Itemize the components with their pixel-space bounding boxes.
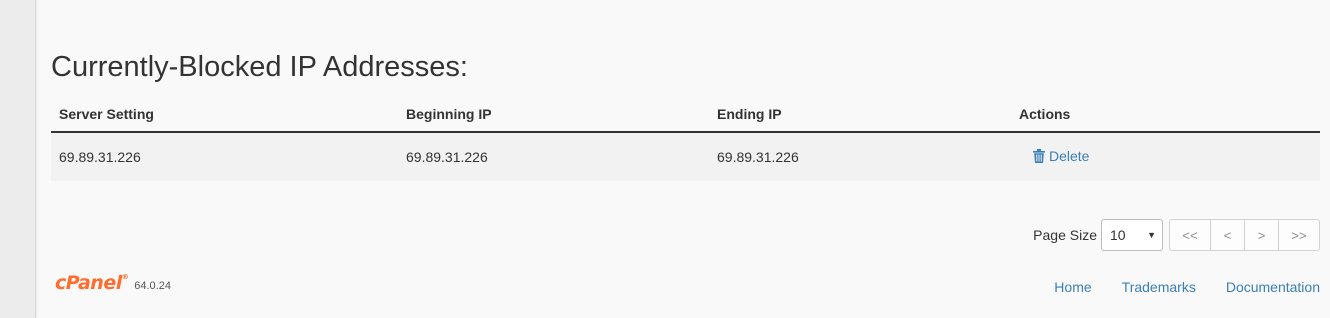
- cell-server-setting: 69.89.31.226: [51, 132, 398, 181]
- next-page-button[interactable]: >: [1244, 220, 1278, 250]
- page-title: Currently-Blocked IP Addresses:: [51, 51, 468, 83]
- cpanel-logo-text: cPanel: [55, 272, 122, 294]
- page-size-label: Page Size: [1033, 227, 1097, 243]
- footer-links: Home Trademarks Documentation: [1054, 279, 1320, 295]
- footer-brand: cPanel® 64.0.24: [55, 274, 171, 293]
- table-header-row: Server Setting Beginning IP Ending IP Ac…: [51, 96, 1320, 133]
- last-page-button[interactable]: >>: [1278, 220, 1319, 250]
- header-beginning-ip: Beginning IP: [398, 96, 709, 133]
- main-content: Currently-Blocked IP Addresses: Server S…: [51, 0, 1320, 318]
- left-sidebar-rail: [0, 0, 36, 318]
- previous-page-button[interactable]: <: [1210, 220, 1244, 250]
- footer-link-documentation[interactable]: Documentation: [1226, 279, 1320, 295]
- delete-button[interactable]: Delete: [1033, 148, 1089, 164]
- footer-link-trademarks[interactable]: Trademarks: [1122, 279, 1196, 295]
- table-row: 69.89.31.226 69.89.31.226 69.89.31.226 D…: [51, 132, 1320, 181]
- version-number: 64.0.24: [134, 280, 171, 292]
- caret-down-icon: ▼: [1147, 230, 1156, 240]
- first-page-button[interactable]: <<: [1170, 220, 1210, 250]
- delete-label: Delete: [1049, 148, 1090, 164]
- cpanel-logo: cPanel®: [55, 272, 129, 294]
- header-actions: Actions: [1011, 96, 1320, 133]
- page-size-select[interactable]: 10 ▼: [1101, 219, 1163, 251]
- blocked-ip-table: Server Setting Beginning IP Ending IP Ac…: [51, 96, 1320, 181]
- page-size-value: 10: [1110, 227, 1126, 243]
- pager-button-group: << < > >>: [1169, 219, 1320, 251]
- header-server-setting: Server Setting: [51, 96, 398, 133]
- trash-icon: [1033, 149, 1045, 163]
- cell-ending-ip: 69.89.31.226: [709, 132, 1011, 181]
- cell-beginning-ip: 69.89.31.226: [398, 132, 709, 181]
- header-ending-ip: Ending IP: [709, 96, 1011, 133]
- footer-link-home[interactable]: Home: [1054, 279, 1091, 295]
- pagination-controls: Page Size 10 ▼ << < > >>: [1033, 219, 1320, 251]
- cell-actions: Delete: [1011, 132, 1320, 181]
